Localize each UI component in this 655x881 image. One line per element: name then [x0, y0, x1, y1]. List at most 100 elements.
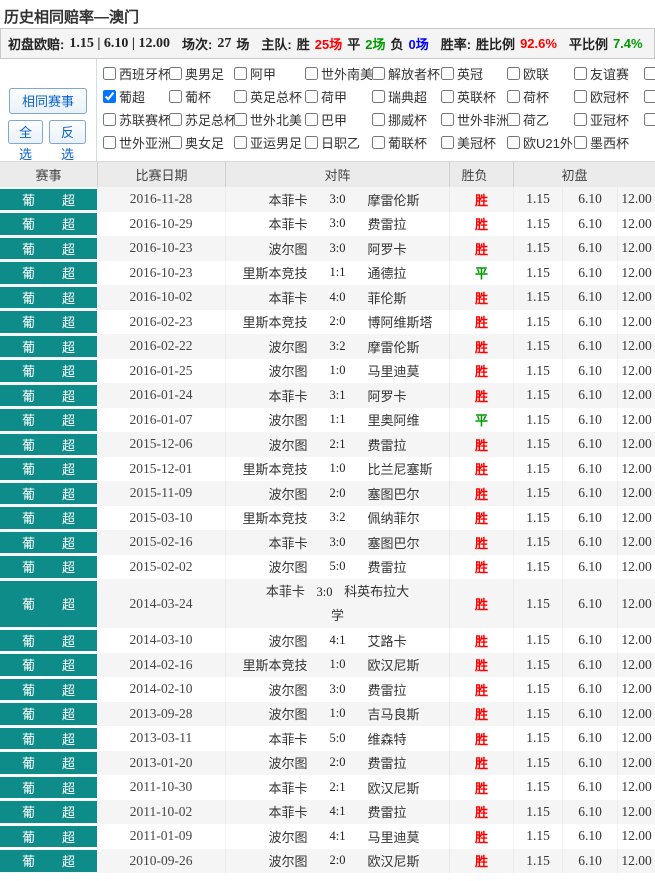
league-checkbox-input[interactable] [372, 90, 385, 103]
table-row[interactable]: 葡 超 2013-01-20 波尔图 2:0 费雷拉 胜 1.15 6.10 1… [0, 751, 655, 776]
league-checkbox-input[interactable] [574, 136, 587, 149]
league-checkbox-挪威杯[interactable]: 挪威杯 [372, 108, 441, 131]
table-row[interactable]: 葡 超 2015-02-02 波尔图 5:0 费雷拉 胜 1.15 6.10 1… [0, 555, 655, 580]
league-checkbox-亚冠杯[interactable]: 亚冠杯 [574, 108, 644, 131]
league-checkbox-input[interactable] [644, 113, 655, 126]
league-checkbox-欧冠杯[interactable]: 欧冠杯 [574, 85, 644, 108]
league-checkbox-世外北美[interactable]: 世外北美 [234, 108, 305, 131]
league-checkbox-墨西杯[interactable]: 墨西杯 [574, 131, 644, 154]
table-row[interactable]: 葡 超 2013-03-11 本菲卡 5:0 维森特 胜 1.15 6.10 1… [0, 726, 655, 751]
table-row[interactable]: 葡 超 2011-01-09 波尔图 4:1 马里迪莫 胜 1.15 6.10 … [0, 824, 655, 849]
league-checkbox-input[interactable] [372, 136, 385, 149]
table-row[interactable]: 葡 超 2015-02-16 本菲卡 3:0 塞图巴尔 胜 1.15 6.10 … [0, 530, 655, 555]
table-row[interactable]: 葡 超 2016-10-02 本菲卡 4:0 菲伦斯 胜 1.15 6.10 1… [0, 285, 655, 310]
league-checkbox-input[interactable] [234, 90, 247, 103]
league-checkbox-input[interactable] [644, 90, 655, 103]
league-checkbox-input[interactable] [574, 67, 587, 80]
league-checkbox-世外非洲[interactable]: 世外非洲 [441, 108, 507, 131]
league-checkbox-input[interactable] [441, 136, 454, 149]
league-checkbox-荷甲[interactable]: 荷甲 [305, 85, 372, 108]
league-checkbox-亚运男足[interactable]: 亚运男足 [234, 131, 305, 154]
table-row[interactable]: 葡 超 2015-11-09 波尔图 2:0 塞图巴尔 胜 1.15 6.10 … [0, 481, 655, 506]
table-row[interactable]: 葡 超 2016-11-28 本菲卡 3:0 摩雷伦斯 胜 1.15 6.10 … [0, 187, 655, 212]
league-checkbox-巴甲[interactable]: 巴甲 [305, 108, 372, 131]
league-checkbox-input[interactable] [103, 136, 116, 149]
league-checkbox-阿甲[interactable]: 阿甲 [234, 62, 305, 85]
league-checkbox-input[interactable] [507, 90, 520, 103]
league-checkbox-input[interactable] [507, 67, 520, 80]
league-checkbox-input[interactable] [169, 136, 182, 149]
table-row[interactable]: 葡 超 2014-03-10 波尔图 4:1 艾路卡 胜 1.15 6.10 1… [0, 628, 655, 653]
league-checkbox-日职乙[interactable]: 日职乙 [305, 131, 372, 154]
league-checkbox-奥女足[interactable]: 奥女足 [169, 131, 234, 154]
league-checkbox-葡联杯[interactable]: 葡联杯 [372, 131, 441, 154]
league-checkbox-苏联赛杯[interactable]: 苏联赛杯 [103, 108, 169, 131]
table-row[interactable]: 葡 超 2016-10-29 本菲卡 3:0 费雷拉 胜 1.15 6.10 1… [0, 212, 655, 237]
table-row[interactable]: 葡 超 2016-01-24 本菲卡 3:1 阿罗卡 胜 1.15 6.10 1… [0, 383, 655, 408]
league-checkbox-苏足总杯[interactable]: 苏足总杯 [169, 108, 234, 131]
league-checkbox-input[interactable] [234, 113, 247, 126]
table-row[interactable]: 葡 超 2016-02-22 波尔图 3:2 摩雷伦斯 胜 1.15 6.10 … [0, 334, 655, 359]
table-row[interactable]: 葡 超 2016-10-23 里斯本竞技 1:1 通德拉 平 1.15 6.10… [0, 261, 655, 286]
table-row[interactable]: 葡 超 2011-10-30 本菲卡 2:1 欧汉尼斯 胜 1.15 6.10 … [0, 775, 655, 800]
league-checkbox-英冠[interactable]: 英冠 [441, 62, 507, 85]
league-checkbox-input[interactable] [103, 67, 116, 80]
table-row[interactable]: 葡 超 2014-03-24 本菲卡 3:0 科英布拉大学 胜 1.15 6.1… [0, 579, 655, 628]
league-checkbox-西班牙杯[interactable]: 西班牙杯 [103, 62, 169, 85]
league-checkbox-英联杯[interactable]: 英联杯 [441, 85, 507, 108]
league-checkbox-奥男足[interactable]: 奥男足 [169, 62, 234, 85]
league-checkbox-瑞典超[interactable]: 瑞典超 [372, 85, 441, 108]
league-checkbox-input[interactable] [234, 67, 247, 80]
league-checkbox-荷杯[interactable]: 荷杯 [507, 85, 574, 108]
league-checkbox-input[interactable] [574, 90, 587, 103]
league-checkbox-input[interactable] [169, 90, 182, 103]
league-checkbox-友谊赛[interactable]: 友谊赛 [574, 62, 644, 85]
league-checkbox-input[interactable] [574, 113, 587, 126]
league-checkbox-input[interactable] [507, 136, 520, 149]
league-checkbox-stub[interactable] [644, 108, 655, 131]
league-checkbox-input[interactable] [305, 113, 318, 126]
table-row[interactable]: 葡 超 2016-01-25 波尔图 1:0 马里迪莫 胜 1.15 6.10 … [0, 359, 655, 384]
league-checkbox-input[interactable] [103, 113, 116, 126]
select-all-button[interactable]: 全选 [8, 120, 43, 144]
league-checkbox-input[interactable] [372, 67, 385, 80]
league-checkbox-解放者杯[interactable]: 解放者杯 [372, 62, 441, 85]
league-checkbox-欧联[interactable]: 欧联 [507, 62, 574, 85]
table-row[interactable]: 葡 超 2014-02-16 里斯本竞技 1:0 欧汉尼斯 胜 1.15 6.1… [0, 653, 655, 678]
table-row[interactable]: 葡 超 2013-09-28 波尔图 1:0 吉马良斯 胜 1.15 6.10 … [0, 702, 655, 727]
table-row[interactable]: 葡 超 2016-01-07 波尔图 1:1 里奥阿维 平 1.15 6.10 … [0, 408, 655, 433]
league-checkbox-input[interactable] [441, 90, 454, 103]
table-row[interactable]: 葡 超 2016-10-23 波尔图 3:0 阿罗卡 胜 1.15 6.10 1… [0, 236, 655, 261]
league-checkbox-input[interactable] [372, 113, 385, 126]
league-checkbox-美冠杯[interactable]: 美冠杯 [441, 131, 507, 154]
league-checkbox-input[interactable] [169, 113, 182, 126]
table-row[interactable]: 葡 超 2010-09-26 波尔图 2:0 欧汉尼斯 胜 1.15 6.10 … [0, 849, 655, 874]
league-checkbox-input[interactable] [644, 67, 655, 80]
league-checkbox-欧U21外[interactable]: 欧U21外 [507, 131, 574, 154]
league-checkbox-input[interactable] [441, 113, 454, 126]
league-checkbox-input[interactable] [305, 67, 318, 80]
table-row[interactable]: 葡 超 2016-02-23 里斯本竞技 2:0 博阿维斯塔 胜 1.15 6.… [0, 310, 655, 335]
league-checkbox-世外南美[interactable]: 世外南美 [305, 62, 372, 85]
league-checkbox-葡超[interactable]: 葡超 [103, 85, 169, 108]
league-checkbox-input[interactable] [234, 136, 247, 149]
table-row[interactable]: 葡 超 2015-12-06 波尔图 2:1 费雷拉 胜 1.15 6.10 1… [0, 432, 655, 457]
league-checkbox-input[interactable] [507, 113, 520, 126]
league-checkbox-input[interactable] [305, 90, 318, 103]
league-checkbox-input[interactable] [305, 136, 318, 149]
table-row[interactable]: 葡 超 2011-10-02 本菲卡 4:1 费雷拉 胜 1.15 6.10 1… [0, 800, 655, 825]
league-checkbox-stub[interactable] [644, 85, 655, 108]
league-checkbox-世外亚洲[interactable]: 世外亚洲 [103, 131, 169, 154]
table-row[interactable]: 葡 超 2014-02-10 波尔图 3:0 费雷拉 胜 1.15 6.10 1… [0, 677, 655, 702]
league-checkbox-英足总杯[interactable]: 英足总杯 [234, 85, 305, 108]
league-checkbox-葡杯[interactable]: 葡杯 [169, 85, 234, 108]
table-row[interactable]: 葡 超 2015-12-01 里斯本竞技 1:0 比兰尼塞斯 胜 1.15 6.… [0, 457, 655, 482]
league-checkbox-input[interactable] [441, 67, 454, 80]
league-checkbox-stub[interactable] [644, 62, 655, 85]
league-checkbox-input[interactable] [169, 67, 182, 80]
league-checkbox-input[interactable] [103, 90, 116, 103]
invert-select-button[interactable]: 反选 [49, 120, 86, 144]
same-event-button[interactable]: 相同赛事 [9, 88, 87, 114]
table-row[interactable]: 葡 超 2015-03-10 里斯本竞技 3:2 佩纳菲尔 胜 1.15 6.1… [0, 506, 655, 531]
league-checkbox-荷乙[interactable]: 荷乙 [507, 108, 574, 131]
